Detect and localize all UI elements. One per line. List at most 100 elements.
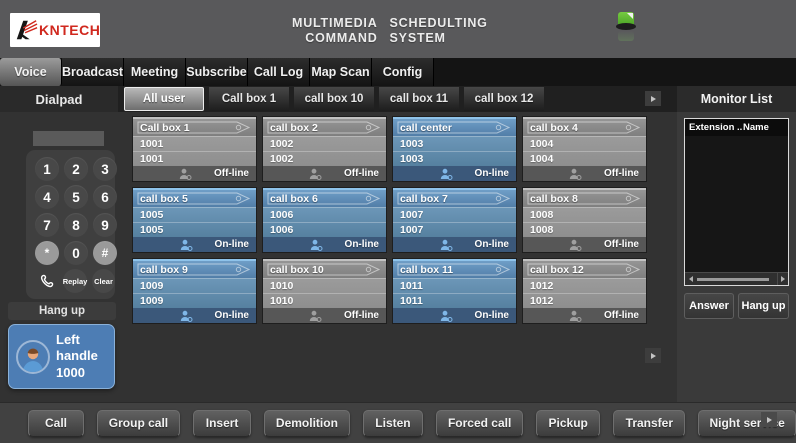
user-status-icon [309, 168, 322, 180]
status-label: On-line [475, 310, 509, 321]
station-card[interactable]: call box 5 1005 1005 On-line [132, 187, 257, 253]
logo-text: KNTECH [39, 22, 100, 38]
toolbar-button[interactable]: Group call [97, 410, 180, 437]
station-card[interactable]: call box 11 1011 1011 On-line [392, 258, 517, 324]
more-tabs-button[interactable] [645, 91, 661, 106]
clear-button[interactable]: Clear [92, 269, 115, 293]
left-handle-card[interactable]: Left handle 1000 [8, 324, 115, 389]
user-group-tab[interactable]: call box 10 [294, 87, 374, 111]
dialpad-section-label: Dialpad [0, 86, 118, 112]
dialpad-key-glyph: 4 [43, 190, 51, 205]
main-tab-label: Broadcast [62, 65, 123, 79]
scrollbar-thumb[interactable] [697, 278, 769, 281]
dialpad-key[interactable]: 6 [93, 185, 117, 209]
user-group-tab-label: call box 12 [475, 93, 534, 105]
dialpad-key-glyph: 2 [72, 162, 80, 177]
user-group-tab[interactable]: call box 11 [379, 87, 459, 111]
dialpad-key[interactable]: 8 [64, 213, 88, 237]
user-status-icon [440, 310, 453, 322]
station-card[interactable]: call box 12 1012 1012 Off-line [522, 258, 647, 324]
user-status-icon [569, 168, 582, 180]
main-tab[interactable]: Subscribe [186, 58, 248, 86]
station-number: 1005 [133, 222, 256, 237]
main-tab-label: Map Scan [311, 65, 369, 79]
right-arrow-icon [781, 276, 785, 282]
monitor-hscrollbar[interactable] [685, 272, 788, 285]
station-card[interactable]: call box 7 1007 1007 On-line [392, 187, 517, 253]
station-card[interactable]: call box 4 1004 1004 Off-line [522, 116, 647, 182]
toolbar-button[interactable]: Pickup [536, 410, 600, 437]
scroll-left-button[interactable] [685, 273, 696, 285]
main-tab[interactable]: Meeting [124, 58, 186, 86]
dialpad-key[interactable]: 0 [64, 241, 88, 265]
dialpad-keypad: 1 2 3 4 5 6 [26, 150, 115, 299]
dialpad-key-glyph: * [45, 246, 50, 260]
station-card[interactable]: call box 6 1006 1006 On-line [262, 187, 387, 253]
main-tab[interactable]: Voice [0, 58, 62, 86]
station-card[interactable]: call box 2 1002 1002 Off-line [262, 116, 387, 182]
dialpad-key-glyph: 0 [72, 246, 80, 261]
user-group-tab[interactable]: Call box 1 [209, 87, 289, 111]
station-card[interactable]: call center 1003 1003 On-line [392, 116, 517, 182]
dialpad-key[interactable]: 3 [93, 157, 117, 181]
dialpad-key[interactable]: 4 [35, 185, 59, 209]
grid-more-button[interactable] [645, 348, 661, 363]
dialpad-key-glyph: 6 [101, 190, 109, 205]
toolbar-button[interactable]: Listen [363, 410, 424, 437]
dialpad-key[interactable]: 5 [64, 185, 88, 209]
dialpad-key[interactable]: 9 [93, 213, 117, 237]
monitor-hangup-button[interactable]: Hang up [738, 293, 789, 319]
toolbar-button[interactable]: Call [28, 410, 84, 437]
title-system: SYSTEM [390, 31, 488, 46]
user-group-tab[interactable]: call box 12 [464, 87, 544, 111]
scroll-right-button[interactable] [777, 273, 788, 285]
dialpad-key-glyph: 7 [43, 218, 51, 233]
station-number: 1001 [133, 151, 256, 166]
dialpad-key[interactable]: # [93, 241, 117, 265]
status-label: On-line [345, 239, 379, 250]
status-label: Off-line [604, 310, 639, 321]
station-card[interactable]: call box 8 1008 1008 Off-line [522, 187, 647, 253]
user-group-tab[interactable]: All user [124, 87, 204, 111]
user-status-icon [310, 239, 323, 251]
toolbar-button[interactable]: Transfer [613, 410, 685, 437]
main-tab-label: Voice [14, 65, 46, 79]
main-tab[interactable]: Config [372, 58, 434, 86]
station-card[interactable]: Call box 1 1001 1001 Off-line [132, 116, 257, 182]
dialpad-key[interactable]: * [35, 241, 59, 265]
toolbar-button[interactable]: Demolition [264, 410, 349, 437]
dialpad-key[interactable]: 7 [35, 213, 59, 237]
status-label: On-line [215, 310, 249, 321]
dial-call-button[interactable] [35, 269, 58, 293]
dialpad-hangup-button[interactable]: Hang up [8, 302, 116, 320]
dialpad-key[interactable]: 1 [35, 157, 59, 181]
toolbar-button[interactable]: Night service [698, 410, 796, 437]
title-command: COMMAND [292, 31, 378, 46]
status-label: Off-line [214, 168, 249, 179]
replay-button[interactable]: Replay [63, 269, 87, 293]
station-card[interactable]: call box 9 1009 1009 On-line [132, 258, 257, 324]
station-card[interactable]: call box 10 1010 1010 Off-line [262, 258, 387, 324]
dial-number-display[interactable] [33, 131, 104, 146]
dialpad-key-glyph: 8 [72, 218, 80, 233]
station-extension: 1010 [263, 278, 386, 293]
toolbar-button[interactable]: Forced call [436, 410, 523, 437]
user-status-icon [569, 239, 582, 251]
main-tab-bar: Voice Broadcast Meeting Subscribe Call L… [0, 58, 796, 86]
tag-outline-icon [136, 191, 253, 206]
title-multimedia: MULTIMEDIA [292, 16, 378, 31]
toolbar-more-button[interactable] [761, 412, 777, 427]
user-status-icon [440, 239, 453, 251]
station-extension: 1004 [523, 136, 646, 151]
left-arrow-icon [689, 276, 693, 282]
main-tab[interactable]: Broadcast [62, 58, 124, 86]
right-arrow-icon [651, 353, 656, 359]
answer-button[interactable]: Answer [684, 293, 734, 319]
toolbar-button[interactable]: Insert [193, 410, 251, 437]
main-tab[interactable]: Call Log [248, 58, 310, 86]
main-tab[interactable]: Map Scan [310, 58, 372, 86]
user-status-icon [180, 310, 193, 322]
monitor-list[interactable]: Extension ... Name [684, 118, 789, 286]
station-extension: 1007 [393, 207, 516, 222]
dialpad-key[interactable]: 2 [64, 157, 88, 181]
